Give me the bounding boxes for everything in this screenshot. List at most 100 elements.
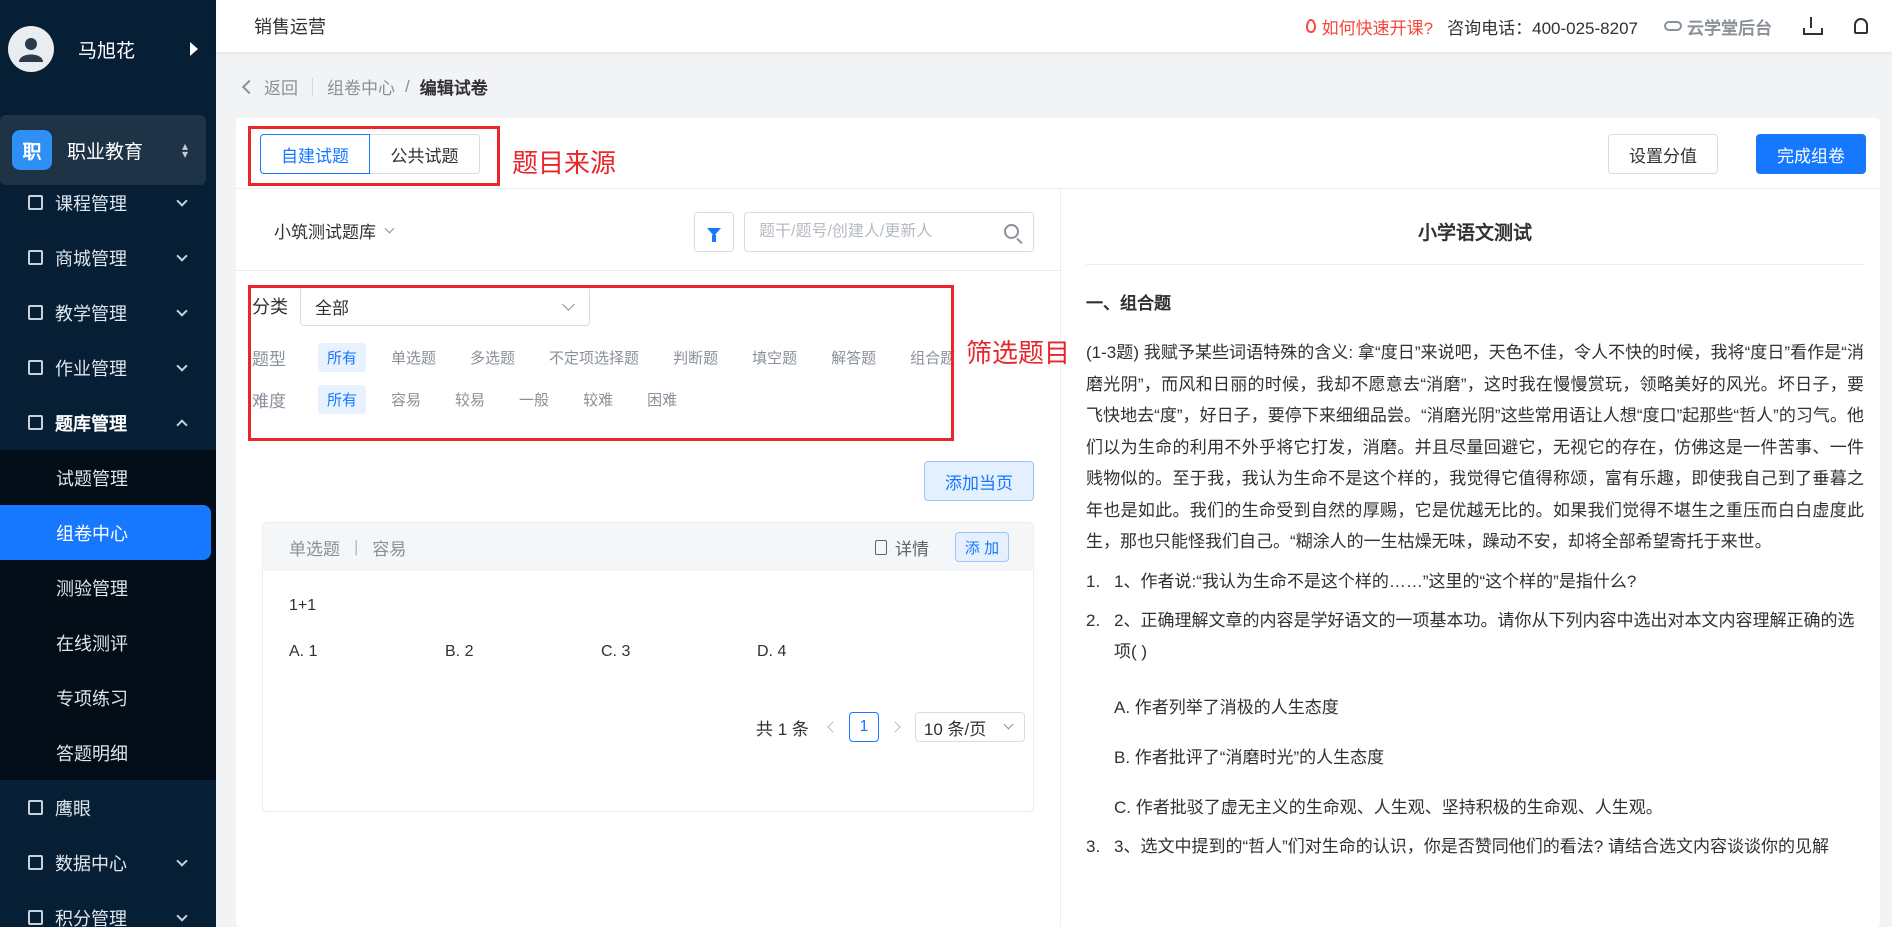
sidebar-item-eagle-eye[interactable]: 鹰眼 xyxy=(0,780,216,835)
user-name: 马旭花 xyxy=(78,40,136,62)
pagination: 共 1 条 1 10 条/页 xyxy=(756,712,1025,742)
question-option: C. 3 xyxy=(601,643,631,660)
question-options: A. 1 B. 2 C. 3 D. 4 xyxy=(289,643,1033,661)
star-icon xyxy=(28,910,43,925)
org-badge: 职 xyxy=(12,130,52,170)
hotline-text: 咨询电话：400-025-8207 xyxy=(1447,18,1638,38)
quick-start-link[interactable]: 如何快速开课? xyxy=(1305,14,1434,39)
chevron-up-icon xyxy=(176,418,188,431)
caret-right-icon[interactable] xyxy=(190,42,198,56)
detail-label: 详情 xyxy=(895,539,929,559)
teaching-icon xyxy=(28,305,43,320)
shop-icon xyxy=(28,250,43,265)
question-card-header: 单选题 | 容易 详情 添 加 xyxy=(263,523,1033,571)
back-link[interactable]: 返回 xyxy=(264,74,298,99)
question-bank-icon xyxy=(28,415,43,430)
question-detail-link[interactable]: 详情 xyxy=(875,535,929,560)
cloud-icon xyxy=(1664,21,1682,31)
chart-icon xyxy=(28,855,43,870)
question-text: 1、作者说:“我认为生命不是这个样的……”这里的“这个样的”是指什么? xyxy=(1114,571,1637,591)
preview-question: 3. 3、选文中提到的“哲人”们对生命的认识，你是否赞同他们的看法? 请结合选文… xyxy=(1086,831,1864,862)
quick-start-label: 如何快速开课? xyxy=(1321,18,1434,38)
question-text: 2、正确理解文章的内容是学好语文的一项基本功。请你从下列内容中选出对本文内容理解… xyxy=(1114,610,1855,661)
document-icon xyxy=(875,539,887,555)
set-score-button[interactable]: 设置分值 xyxy=(1608,134,1718,174)
divider xyxy=(312,77,313,96)
avatar xyxy=(8,26,54,72)
sidebar-subitem-practice[interactable]: 专项练习 xyxy=(0,670,216,725)
section-heading: 一、组合题 xyxy=(1086,294,1171,313)
topbar-actions: 如何快速开课? 咨询电话：400-025-8207 云学堂后台 xyxy=(1305,14,1868,39)
sidebar-item-label: 数据中心 xyxy=(55,853,127,874)
chevron-down-icon xyxy=(176,304,188,317)
paper-editor: 自建试题 公共试题 设置分值 完成组卷 小筑测试题库 分类 全部 题型 所有 单… xyxy=(236,118,1880,927)
separator: | xyxy=(354,537,359,556)
page-size-value: 10 条/页 xyxy=(923,719,987,739)
preview-question: 1. 1、作者说:“我认为生命不是这个样的……”这里的“这个样的”是指什么? xyxy=(1086,566,1864,597)
sidebar-subitem-answer-detail[interactable]: 答题明细 xyxy=(0,725,216,780)
chevron-down-icon xyxy=(176,249,188,262)
sidebar-subitem-paper-center[interactable]: 组卷中心 xyxy=(0,505,211,560)
sidebar-item-mall[interactable]: 商城管理 xyxy=(0,230,216,285)
page-section-title: 销售运营 xyxy=(254,17,326,37)
add-question-button[interactable]: 添 加 xyxy=(955,532,1009,562)
annotation-label-source: 题目来源 xyxy=(512,148,617,178)
bell-icon[interactable] xyxy=(1854,18,1868,34)
preview-option: A. 作者列举了消极的人生态度 xyxy=(1114,697,1339,717)
user-panel[interactable]: 马旭花 xyxy=(0,0,216,98)
sidebar-item-question-bank[interactable]: 题库管理 xyxy=(0,395,216,450)
annotation-box-source xyxy=(248,126,500,186)
chevron-left-icon[interactable] xyxy=(241,79,257,94)
filter-toggle-button[interactable] xyxy=(694,212,734,252)
sidebar-menu: 课程管理 商城管理 教学管理 作业管理 题库管理 试题管理 组卷中心 测验管理 xyxy=(0,175,216,927)
question-type-tag: 单选题 xyxy=(289,539,340,559)
breadcrumb-current: 编辑试卷 xyxy=(419,79,488,98)
add-current-page-button[interactable]: 添加当页 xyxy=(924,461,1034,501)
question-number: 1. xyxy=(1086,571,1101,591)
sidebar-item-points[interactable]: 积分管理 xyxy=(0,890,216,927)
backend-label: 云学堂后台 xyxy=(1687,18,1772,38)
divider xyxy=(236,270,1060,271)
question-number: 2. xyxy=(1086,610,1101,630)
divider xyxy=(1060,188,1061,927)
question-difficulty-tag: 容易 xyxy=(372,539,407,559)
fire-icon xyxy=(1305,19,1316,33)
question-bank-submenu: 试题管理 组卷中心 测验管理 在线测评 专项练习 答题明细 xyxy=(0,450,216,780)
search-icon[interactable] xyxy=(1004,224,1019,239)
sidebar-item-homework[interactable]: 作业管理 xyxy=(0,340,216,395)
question-bank-selector[interactable]: 小筑测试题库 xyxy=(274,218,395,243)
next-page-icon[interactable] xyxy=(889,721,901,733)
prev-page-icon[interactable] xyxy=(827,721,839,733)
reading-passage: (1-3题) 我赋予某些词语特殊的含义: 拿“度日”来说吧，天色不佳，令人不快的… xyxy=(1086,343,1864,551)
breadcrumb-parent[interactable]: 组卷中心 xyxy=(327,74,395,99)
org-switcher[interactable]: 职 职业教育 ▴ ▾ xyxy=(0,115,206,185)
sidebar-item-label: 积分管理 xyxy=(55,908,127,927)
chevron-down-icon xyxy=(176,194,188,207)
sidebar-item-label: 鹰眼 xyxy=(55,798,91,819)
sidebar-item-teaching[interactable]: 教学管理 xyxy=(0,285,216,340)
paper-preview: 小学语文测试 一、组合题 (1-3题) 我赋予某些词语特殊的含义: 拿“度日”来… xyxy=(1086,188,1864,862)
question-card: 单选题 | 容易 详情 添 加 1+1 A. 1 B. 2 C. 3 D. 4 xyxy=(262,522,1034,812)
topbar: 销售运营 如何快速开课? 咨询电话：400-025-8207 云学堂后台 xyxy=(216,0,1892,52)
sidebar-subitem-quiz[interactable]: 测验管理 xyxy=(0,560,216,615)
sidebar-subitem-online-eval[interactable]: 在线测评 xyxy=(0,615,216,670)
sidebar-item-label: 课程管理 xyxy=(55,193,127,214)
sidebar-item-label: 商城管理 xyxy=(55,248,127,269)
download-icon[interactable] xyxy=(1802,17,1823,35)
question-option: A. 1 xyxy=(289,643,318,660)
question-option: D. 4 xyxy=(757,643,787,660)
page-number[interactable]: 1 xyxy=(848,712,879,742)
annotation-label-filter: 筛选题目 xyxy=(966,338,1071,368)
sidebar-item-data-center[interactable]: 数据中心 xyxy=(0,835,216,890)
homework-icon xyxy=(28,360,43,375)
question-option: B. 2 xyxy=(445,643,474,660)
sidebar-subitem-questions[interactable]: 试题管理 xyxy=(0,450,216,505)
user-icon xyxy=(19,38,43,62)
sidebar-item-label: 教学管理 xyxy=(55,303,127,324)
backend-link[interactable]: 云学堂后台 xyxy=(1664,14,1772,39)
chevron-down-icon xyxy=(384,223,395,234)
search-input[interactable] xyxy=(759,223,989,241)
finish-paper-button[interactable]: 完成组卷 xyxy=(1756,134,1866,174)
search-box xyxy=(744,212,1034,252)
page-size-select[interactable]: 10 条/页 xyxy=(914,712,1025,742)
